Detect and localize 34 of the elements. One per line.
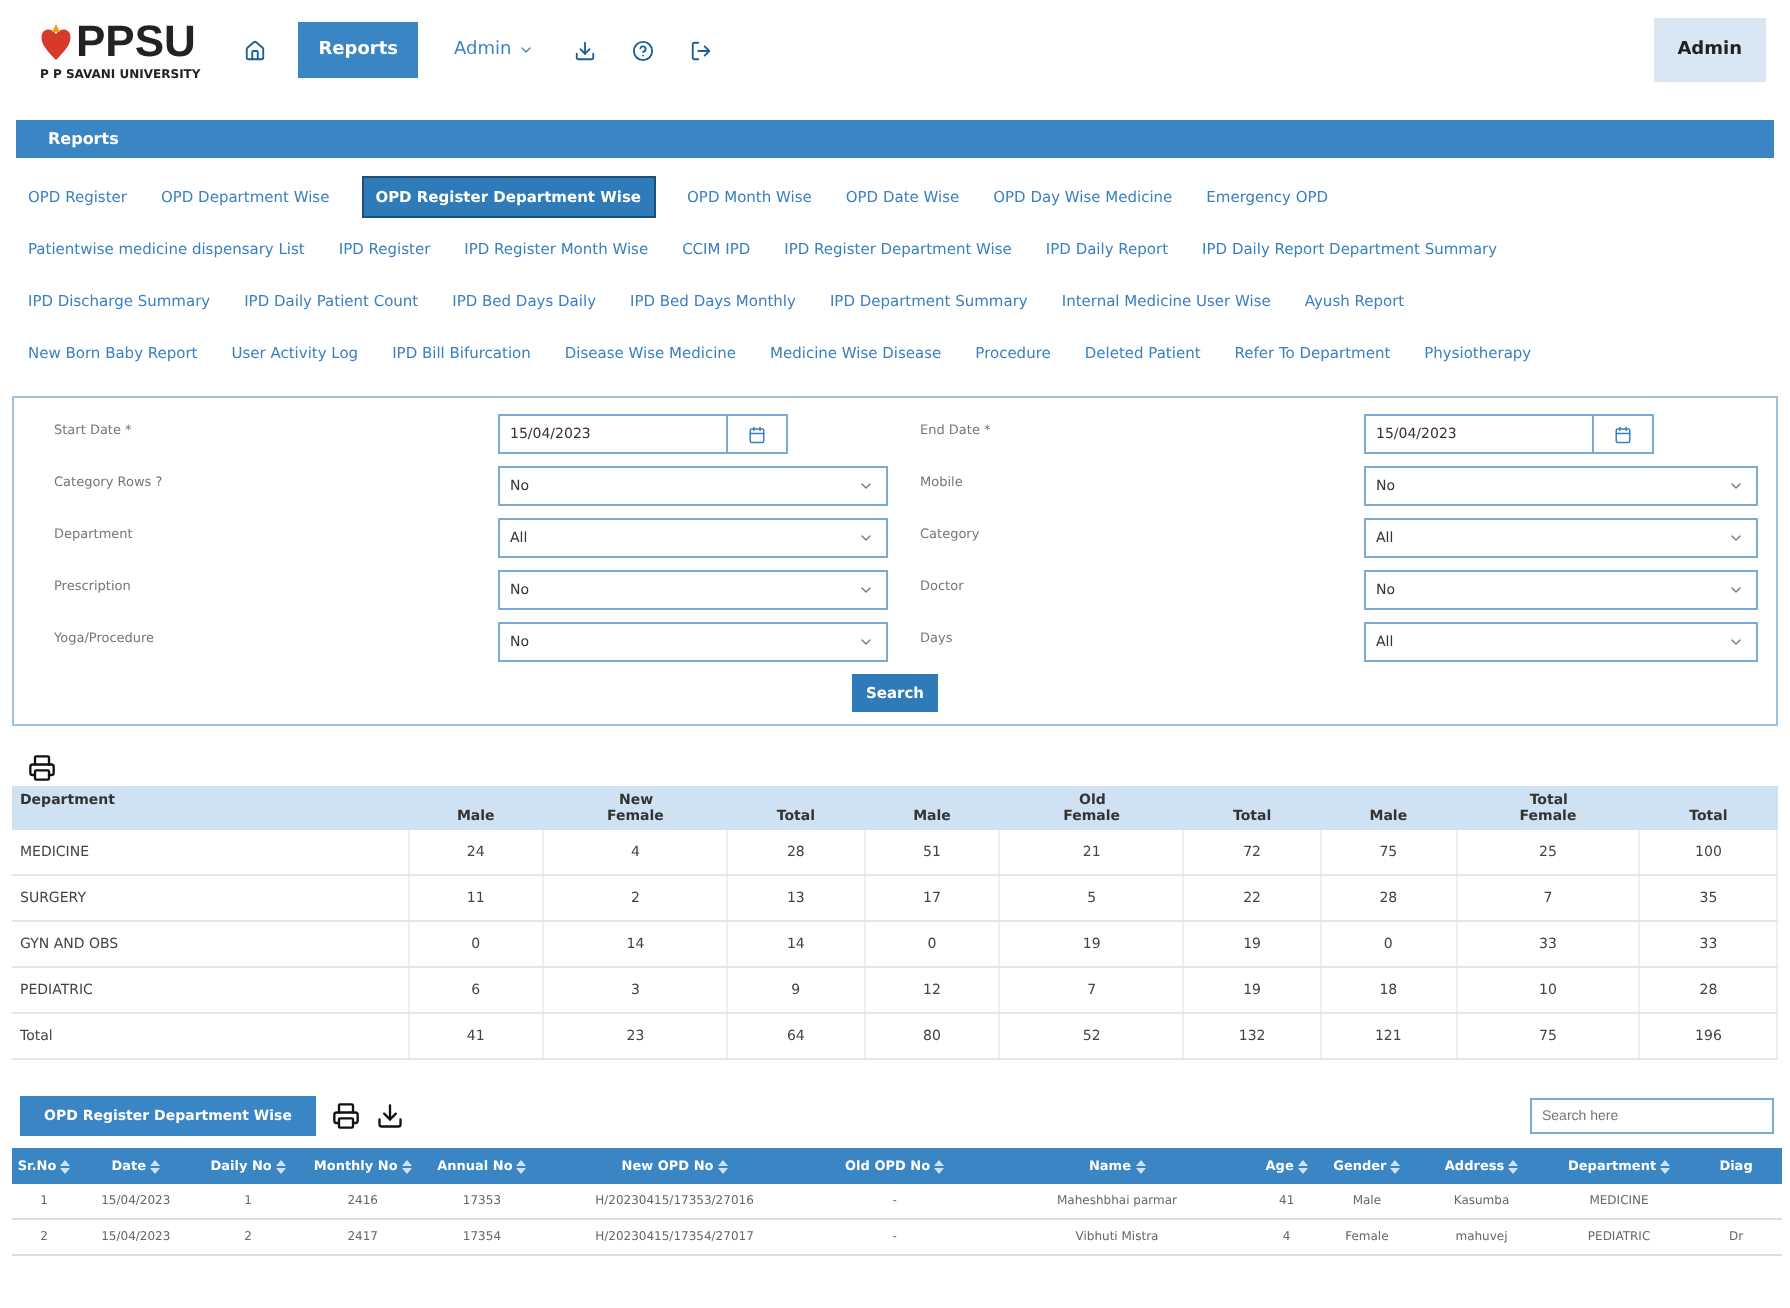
chevron-down-icon [858, 634, 874, 650]
sort-icon[interactable] [1508, 1159, 1519, 1174]
sort-icon[interactable] [60, 1159, 71, 1174]
nav-tab[interactable]: Admin [446, 32, 542, 68]
sort-icon[interactable] [1390, 1159, 1401, 1174]
chevron-down-icon [858, 478, 874, 494]
chevron-down-icon [1728, 530, 1744, 546]
download-icon[interactable] [375, 1102, 404, 1130]
user-menu-button[interactable]: Admin [1653, 18, 1766, 82]
sort-icon[interactable] [717, 1159, 728, 1174]
chevron-down-icon [1728, 634, 1744, 650]
sort-icon[interactable] [1135, 1159, 1145, 1174]
nav-tab[interactable]: Reports [298, 22, 418, 78]
chevron-down-icon [1728, 582, 1744, 598]
calendar-button[interactable] [1594, 414, 1654, 454]
sort-icon[interactable] [516, 1159, 527, 1174]
sort-icon[interactable] [401, 1159, 412, 1174]
print-icon[interactable] [331, 1102, 360, 1130]
chevron-down-icon [858, 582, 874, 598]
section-title-bar: Reports [16, 120, 1774, 158]
print-icon[interactable] [28, 754, 56, 782]
calendar-icon [1614, 425, 1632, 443]
chevron-down-icon [1728, 478, 1744, 494]
caret-icon [517, 42, 534, 58]
sort-icon[interactable] [934, 1159, 945, 1174]
calendar-icon [748, 425, 766, 443]
sort-icon[interactable] [1297, 1159, 1308, 1174]
sort-icon[interactable] [275, 1159, 286, 1174]
help-icon[interactable] [627, 35, 658, 65]
sort-icon[interactable] [150, 1159, 161, 1174]
sort-icon[interactable] [1660, 1159, 1671, 1174]
logo-emblem-icon [40, 23, 72, 59]
chevron-down-icon [858, 530, 874, 546]
calendar-button[interactable] [728, 414, 788, 454]
